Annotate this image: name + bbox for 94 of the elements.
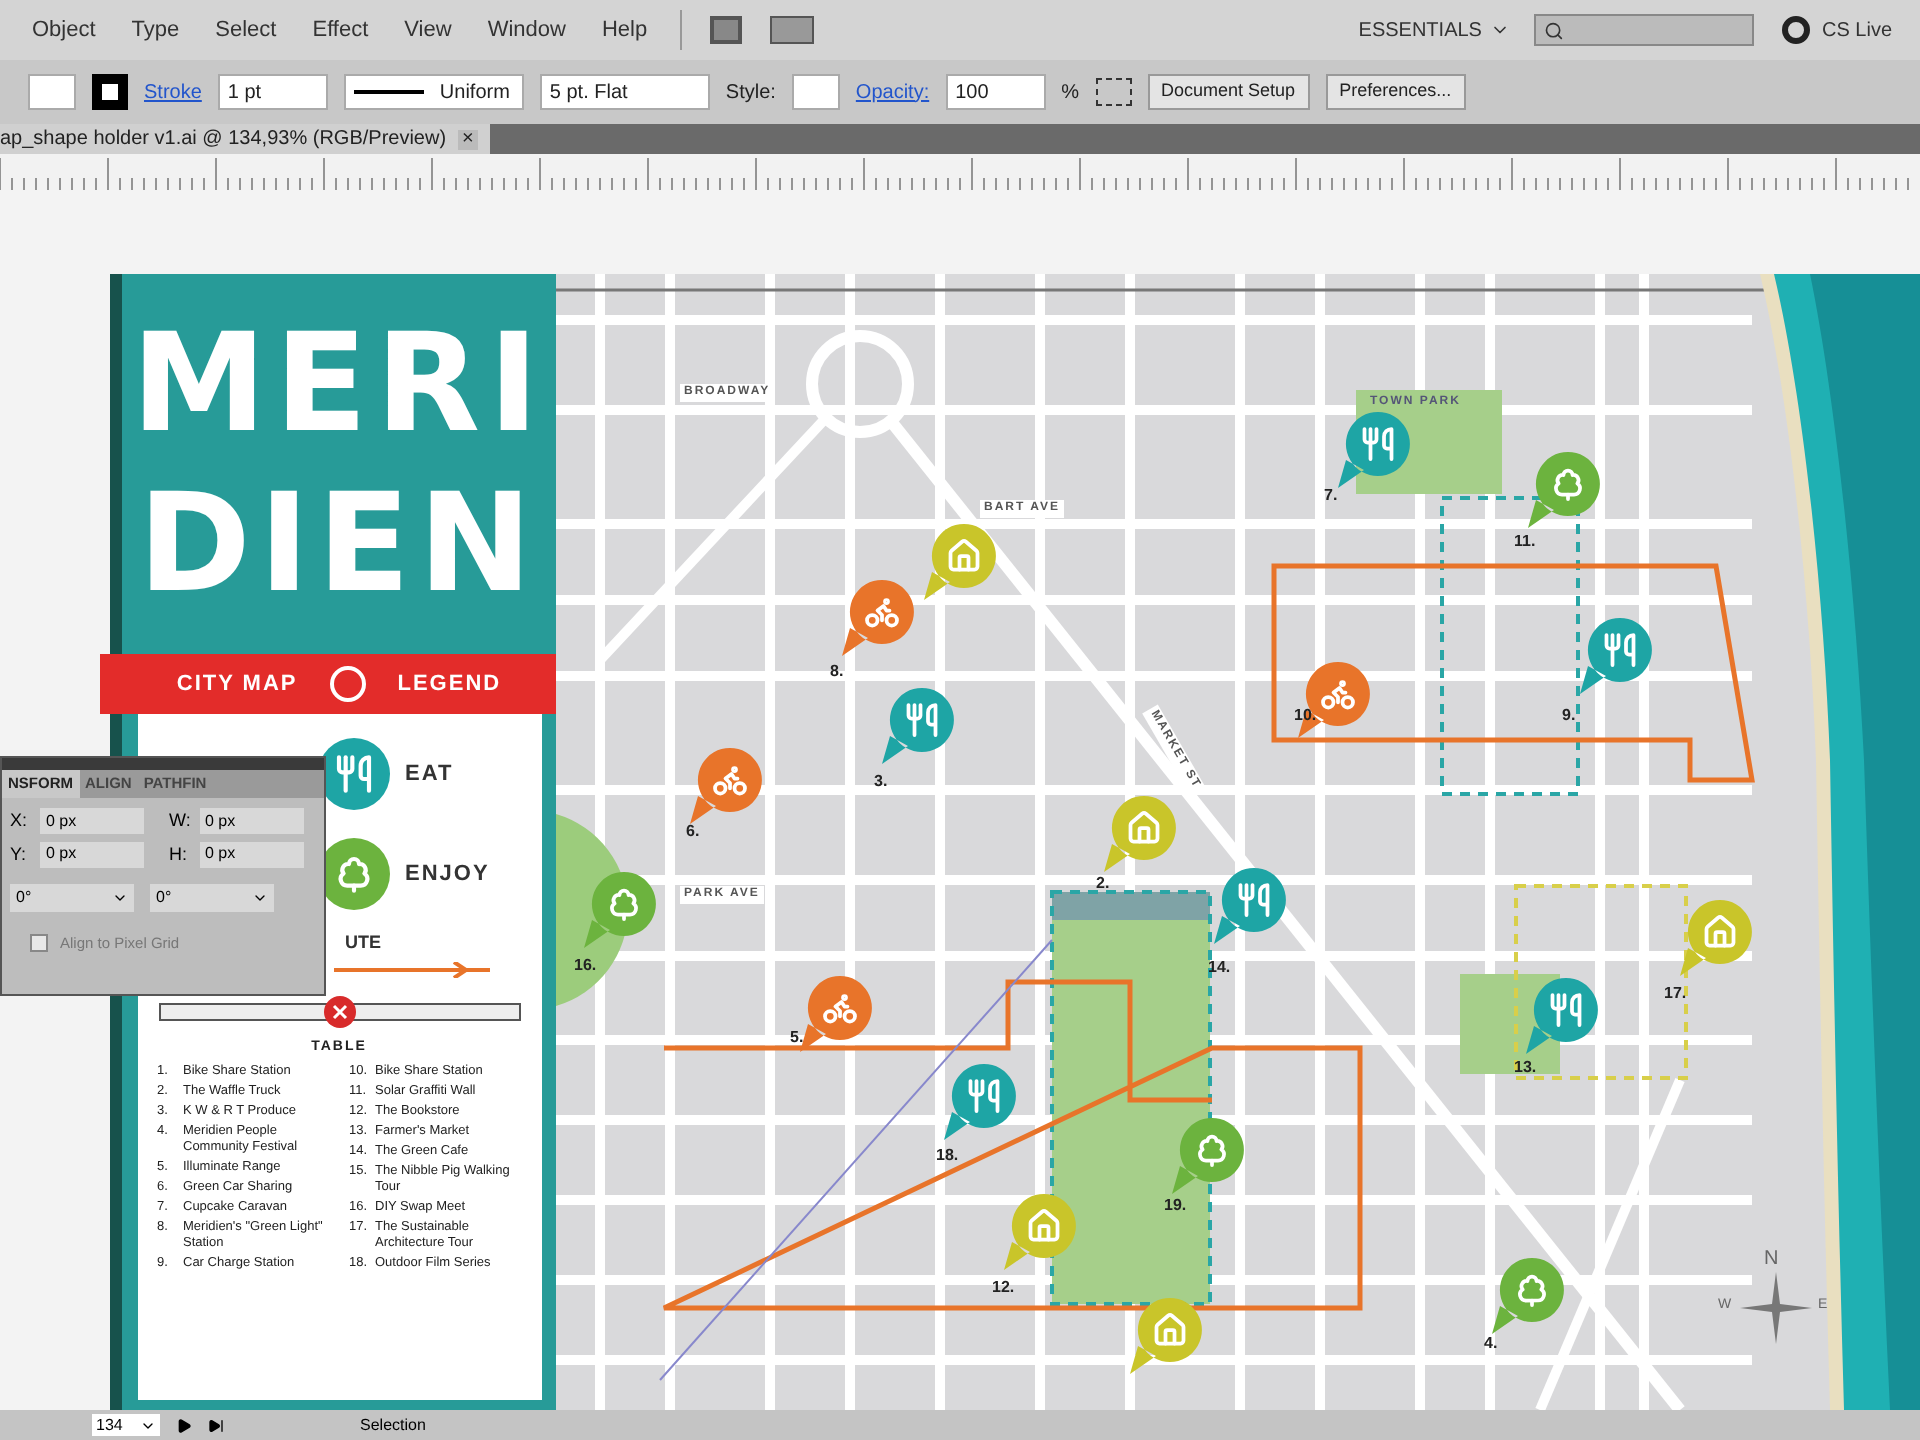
angle-value: 0° [156,886,172,910]
menu-item[interactable]: Select [215,13,277,47]
pin-number: 5. [790,1026,804,1050]
toolbar-button[interactable]: Document Setup [1147,74,1310,110]
ribbon-text: CITY MAP [176,669,298,700]
fork-icon [966,1078,1002,1114]
caret-icon [252,890,268,906]
legend-label: ENJOY [405,859,490,890]
field-label: Y: [10,841,29,867]
ribbon-text: LEGEND [397,669,502,700]
opacity-link[interactable]: Opacity: [855,77,930,107]
angle-dropdown[interactable]: 0° [150,884,274,912]
stroke-swatch[interactable] [92,74,128,110]
menu-item[interactable]: Object [32,13,96,47]
bike-icon [712,762,748,798]
style-swatch[interactable] [791,74,840,110]
bike-icon [822,990,858,1026]
stroke-link[interactable]: Stroke [144,77,202,107]
menu-item[interactable]: Effect [312,13,369,47]
pin-number: 8. [830,660,844,684]
house-icon [1026,1208,1062,1244]
tree-icon [1514,1272,1550,1308]
input-field[interactable]: 0 px [199,841,303,868]
input-field[interactable]: 0 px [199,808,303,835]
cs-live-menu[interactable]: CS Live [1821,15,1892,45]
opacity-field[interactable]: 100 [945,74,1046,110]
input-field[interactable]: 0 px [40,808,144,835]
house-icon [1126,810,1162,846]
field-label: H: [169,841,189,867]
search-icon [1543,19,1564,41]
search-field[interactable] [1533,14,1754,46]
pin-number: 17. [1664,982,1687,1006]
pin-number: 9. [1562,704,1576,728]
stroke-weight-field[interactable]: 1 pt [217,74,328,110]
tree-icon [606,886,642,922]
pin-number: 14. [1208,956,1231,980]
menu-item[interactable]: Type [131,13,180,47]
input-field[interactable]: 0 px [40,841,144,868]
angle-dropdown[interactable]: 0° [10,884,134,912]
caret-icon [112,890,128,906]
bike-icon [1320,676,1356,712]
legend-label: EAT [405,759,454,790]
pin-number: 6. [686,820,700,844]
style-label: Style: [725,79,776,107]
fill-swatch[interactable] [28,74,76,110]
play-icon[interactable] [176,1417,192,1433]
fork-icon [904,702,940,738]
house-icon [946,538,982,574]
pin-number: 4. [1484,1332,1498,1356]
tree-icon [1194,1132,1230,1168]
bike-icon [864,594,900,630]
house-icon [1152,1312,1188,1348]
pin-number: 19. [1164,1194,1187,1218]
cs-live-icon[interactable] [1781,16,1810,44]
field-label: W: [169,808,193,834]
brush-dropdown[interactable]: 5 pt. Flat [539,74,710,110]
skip-forward-icon[interactable] [208,1417,224,1433]
pin-number: 12. [992,1276,1015,1300]
menu-item[interactable]: View [404,13,452,47]
poster-title: MERI [131,306,547,466]
fork-icon [1548,992,1584,1028]
fork-icon [1236,882,1272,918]
menu-item[interactable]: Window [487,13,566,47]
route-arrow-icon [333,961,493,977]
workspace-switcher[interactable]: ESSENTIALS [1358,15,1510,45]
poster-title: DIEN [137,466,541,626]
pin-number: 2. [1096,872,1110,896]
percent-label: % [1061,79,1080,107]
pin-number: 10. [1294,704,1317,728]
pin-number: 16. [574,954,597,978]
stroke-profile-dropdown[interactable]: Uniform [343,74,524,110]
legend-heading: UTE [345,930,381,956]
status-text: Selection [360,1413,426,1437]
toolbar-button[interactable]: Preferences... [1325,74,1466,110]
tree-icon [1550,466,1586,502]
checkbox[interactable] [30,934,48,953]
pin-number: 18. [936,1144,959,1168]
document-tab[interactable]: ap_shape holder v1.ai @ 134,93% (RGB/Preview) × [0,124,490,154]
close-button[interactable]: × [458,129,478,149]
tree-icon [333,854,373,894]
angle-value: 0° [16,886,32,910]
fork-icon [1360,426,1396,462]
pin-number: 13. [1514,1056,1537,1080]
document-title: ap_shape holder v1.ai @ 134,93% (RGB/Preview) [0,126,447,154]
house-icon [1702,914,1738,950]
compass-letter: N [1764,1246,1779,1274]
menu-item[interactable]: Help [601,13,648,47]
field-label: X: [10,808,30,834]
fork-icon [333,754,373,794]
fork-icon [1602,632,1638,668]
zoom-dropdown[interactable]: 134 [92,1414,160,1436]
pin-number: 11. [1514,530,1536,554]
pin-number: 3. [874,770,888,794]
pin-number: 7. [1324,484,1338,508]
